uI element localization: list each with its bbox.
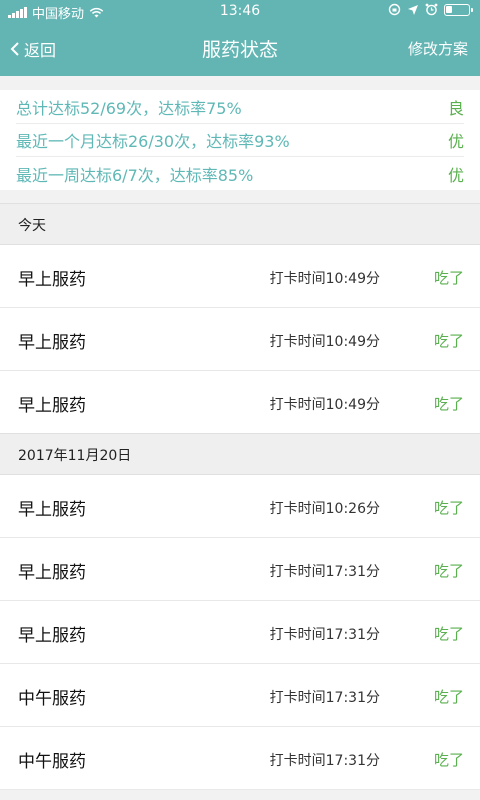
section-header-date: 2017年11月20日 [0,433,480,475]
dose-status: 吃了 [433,751,464,769]
dose-status: 吃了 [433,625,464,643]
checkin-time: 打卡时间17:31分 [269,690,380,706]
list-item[interactable]: 早上服药 打卡时间10:49分 吃了 [0,308,480,371]
adherence-summary: 总计达标52/69次，达标率75% 良 最近一个月达标26/30次，达标率93%… [0,90,480,190]
summary-grade: 良 [447,99,464,118]
list-item[interactable]: 早上服药 打卡时间10:49分 吃了 [0,371,480,434]
checkin-time: 打卡时间10:26分 [269,501,380,517]
list-item[interactable]: 早上服药 打卡时间10:26分 吃了 [0,475,480,538]
checkin-time: 打卡时间17:31分 [269,564,380,580]
battery-icon [444,3,473,16]
alarm-icon [425,3,438,16]
section-title: 2017年11月20日 [18,448,132,464]
dose-status: 吃了 [433,499,464,517]
summary-text: 最近一个月达标26/30次，达标率93% [16,132,290,151]
section-header-today: 今天 [0,203,480,245]
rotation-lock-icon [388,3,401,16]
dose-label: 早上服药 [18,626,86,646]
dose-label: 早上服药 [18,563,86,583]
modify-plan-button[interactable]: 修改方案 [408,38,468,59]
summary-grade: 优 [447,165,464,185]
checkin-time: 打卡时间17:31分 [269,753,380,769]
dose-label: 中午服药 [18,689,86,709]
dose-status: 吃了 [433,395,464,413]
dose-label: 早上服药 [18,500,86,520]
summary-text: 总计达标52/69次，达标率75% [16,99,242,118]
summary-row-week: 最近一周达标6/7次，达标率85% 优 [16,157,464,190]
dose-status: 吃了 [433,332,464,350]
app-header: 中国移动 13:46 返回 服药状态 修改方案 [0,0,480,76]
summary-grade: 优 [447,132,464,151]
list-item[interactable]: 早上服药 打卡时间17:31分 吃了 [0,538,480,601]
list-item[interactable]: 早上服药 打卡时间17:31分 吃了 [0,601,480,664]
list-item[interactable]: 中午服药 打卡时间17:31分 吃了 [0,664,480,727]
summary-row-total: 总计达标52/69次，达标率75% 良 [16,91,464,124]
checkin-time: 打卡时间17:31分 [269,627,380,643]
nav-bar: 返回 服药状态 修改方案 [0,22,480,76]
summary-row-month: 最近一个月达标26/30次，达标率93% 优 [16,124,464,157]
dose-status: 吃了 [433,269,464,287]
dose-status: 吃了 [433,562,464,580]
checkin-time: 打卡时间10:49分 [269,334,380,350]
checkin-time: 打卡时间10:49分 [269,271,380,287]
section-title: 今天 [18,218,46,234]
list-item[interactable]: 早上服药 打卡时间10:49分 吃了 [0,245,480,308]
dose-label: 中午服药 [18,752,86,772]
location-icon [408,4,418,15]
list-item[interactable]: 中午服药 打卡时间17:31分 吃了 [0,727,480,790]
dose-label: 早上服药 [18,396,86,416]
status-bar: 中国移动 13:46 [0,0,480,22]
checkin-time: 打卡时间10:49分 [269,397,380,413]
dose-status: 吃了 [433,688,464,706]
dose-label: 早上服药 [18,333,86,353]
dose-label: 早上服药 [18,270,86,290]
summary-text: 最近一周达标6/7次，达标率85% [16,165,254,185]
